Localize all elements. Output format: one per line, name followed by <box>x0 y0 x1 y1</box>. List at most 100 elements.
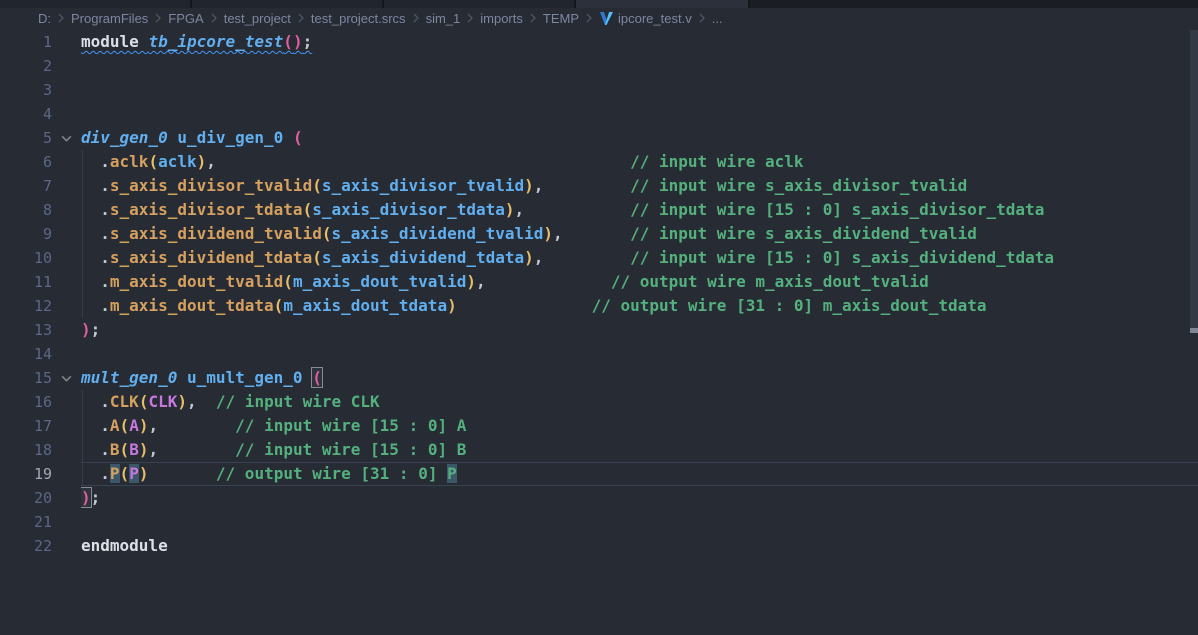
code-token: P <box>129 464 139 483</box>
chevron-right-icon <box>528 12 538 24</box>
line-number[interactable]: 7 <box>0 174 52 198</box>
code-line-3[interactable]: 3 <box>0 78 1198 102</box>
line-number[interactable]: 13 <box>0 318 52 342</box>
line-number[interactable]: 6 <box>0 150 52 174</box>
line-number[interactable]: 21 <box>0 510 52 534</box>
line-number[interactable]: 10 <box>0 246 52 270</box>
fold-spacer <box>52 246 81 270</box>
code-line-17[interactable]: 17 .A(A), // input wire [15 : 0] A <box>0 414 1198 438</box>
code-text <box>81 510 1198 534</box>
code-line-19[interactable]: 19 .P(P) // output wire [31 : 0] P <box>0 462 1198 486</box>
breadcrumb-item[interactable]: FPGA <box>168 11 203 26</box>
code-token: ; <box>91 488 101 507</box>
line-number[interactable]: 15 <box>0 366 52 390</box>
fold-chevron-icon[interactable] <box>52 366 81 390</box>
line-number[interactable]: 16 <box>0 390 52 414</box>
code-line-16[interactable]: 16 .CLK(CLK), // input wire CLK <box>0 390 1198 414</box>
tab-stub-active[interactable] <box>576 0 750 8</box>
fold-spacer <box>52 54 81 78</box>
code-token: s_axis_divisor_tdata <box>312 200 505 219</box>
code-line-21[interactable]: 21 <box>0 510 1198 534</box>
line-number[interactable]: 18 <box>0 438 52 462</box>
line-number[interactable]: 5 <box>0 126 52 150</box>
code-token: // input wire s_axis_divisor_tvalid <box>630 176 967 195</box>
code-token: m_axis_dout_tdata <box>283 296 447 315</box>
code-line-15[interactable]: 15mult_gen_0 u_mult_gen_0 ( <box>0 366 1198 390</box>
line-number[interactable]: 1 <box>0 30 52 54</box>
tab-stub-3[interactable] <box>384 0 576 8</box>
line-number[interactable]: 2 <box>0 54 52 78</box>
breadcrumb-file[interactable]: ipcore_test.v <box>599 11 692 26</box>
code-token: . <box>81 416 110 435</box>
code-token: ) <box>524 176 534 195</box>
breadcrumb-item[interactable]: D: <box>38 11 51 26</box>
line-number[interactable]: 19 <box>0 462 52 486</box>
code-line-11[interactable]: 11 .m_axis_dout_tvalid(m_axis_dout_tvali… <box>0 270 1198 294</box>
scrollbar[interactable] <box>1190 28 1198 635</box>
code-text <box>81 78 1198 102</box>
code-editor[interactable]: 1module tb_ipcore_test();2345div_gen_0 u… <box>0 28 1198 635</box>
code-line-9[interactable]: 9 .s_axis_dividend_tvalid(s_axis_dividen… <box>0 222 1198 246</box>
fold-spacer <box>52 510 81 534</box>
code-line-20[interactable]: 20); <box>0 486 1198 510</box>
code-token: // output wire [31 : 0] <box>216 464 447 483</box>
tab-stub-1[interactable] <box>0 0 192 8</box>
line-number[interactable]: 3 <box>0 78 52 102</box>
code-line-6[interactable]: 6 .aclk(aclk), // input wire aclk <box>0 150 1198 174</box>
code-line-22[interactable]: 22endmodule <box>0 534 1198 558</box>
line-number[interactable]: 9 <box>0 222 52 246</box>
line-number[interactable]: 12 <box>0 294 52 318</box>
code-token: div_gen_0 <box>81 128 168 147</box>
fold-chevron-icon[interactable] <box>52 126 81 150</box>
code-line-13[interactable]: 13); <box>0 318 1198 342</box>
code-text: .m_axis_dout_tvalid(m_axis_dout_tvalid),… <box>81 270 1198 294</box>
code-token: . <box>81 464 110 483</box>
code-line-18[interactable]: 18 .B(B), // input wire [15 : 0] B <box>0 438 1198 462</box>
breadcrumb-item[interactable]: sim_1 <box>426 11 461 26</box>
breadcrumb-item[interactable]: ProgramFiles <box>71 11 148 26</box>
code-token: ( <box>303 200 313 219</box>
code-token: A <box>110 416 120 435</box>
code-line-1[interactable]: 1module tb_ipcore_test(); <box>0 30 1198 54</box>
code-line-7[interactable]: 7 .s_axis_divisor_tvalid(s_axis_divisor_… <box>0 174 1198 198</box>
code-token <box>457 296 592 315</box>
line-number[interactable]: 11 <box>0 270 52 294</box>
chevron-right-icon <box>584 12 594 24</box>
breadcrumb-overflow[interactable]: ... <box>712 11 723 26</box>
line-number[interactable]: 20 <box>0 486 52 510</box>
line-number[interactable]: 8 <box>0 198 52 222</box>
code-line-12[interactable]: 12 .m_axis_dout_tdata(m_axis_dout_tdata)… <box>0 294 1198 318</box>
breadcrumb-item[interactable]: test_project.srcs <box>311 11 406 26</box>
line-number[interactable]: 14 <box>0 342 52 366</box>
overview-ruler-marker <box>1190 328 1198 333</box>
breadcrumb-item[interactable]: imports <box>480 11 523 26</box>
code-line-8[interactable]: 8 .s_axis_divisor_tdata(s_axis_divisor_t… <box>0 198 1198 222</box>
code-token: ( <box>148 152 158 171</box>
line-number[interactable]: 4 <box>0 102 52 126</box>
fold-spacer <box>52 294 81 318</box>
line-number[interactable]: 17 <box>0 414 52 438</box>
chevron-right-icon <box>153 12 163 24</box>
chevron-right-icon <box>465 12 475 24</box>
code-line-5[interactable]: 5div_gen_0 u_div_gen_0 ( <box>0 126 1198 150</box>
code-token: tb_ipcore_test <box>148 32 283 51</box>
code-token: . <box>81 440 110 459</box>
scrollbar-thumb[interactable] <box>1190 30 1198 332</box>
tab-stub-2[interactable] <box>192 0 384 8</box>
fold-spacer <box>52 174 81 198</box>
code-line-2[interactable]: 2 <box>0 54 1198 78</box>
breadcrumb: D: ProgramFiles FPGA test_project test_proje… <box>0 8 1198 28</box>
breadcrumb-item[interactable]: test_project <box>224 11 291 26</box>
code-line-10[interactable]: 10 .s_axis_dividend_tdata(s_axis_dividen… <box>0 246 1198 270</box>
breadcrumb-item[interactable]: TEMP <box>543 11 579 26</box>
code-text <box>81 102 1198 126</box>
code-line-4[interactable]: 4 <box>0 102 1198 126</box>
chevron-right-icon <box>697 12 707 24</box>
line-number[interactable]: 22 <box>0 534 52 558</box>
chevron-right-icon <box>411 12 421 24</box>
code-lines: 1module tb_ipcore_test();2345div_gen_0 u… <box>0 28 1198 558</box>
code-token: s_axis_dividend_tvalid <box>331 224 543 243</box>
fold-spacer <box>52 486 81 510</box>
code-text: .s_axis_divisor_tdata(s_axis_divisor_tda… <box>81 198 1198 222</box>
code-line-14[interactable]: 14 <box>0 342 1198 366</box>
